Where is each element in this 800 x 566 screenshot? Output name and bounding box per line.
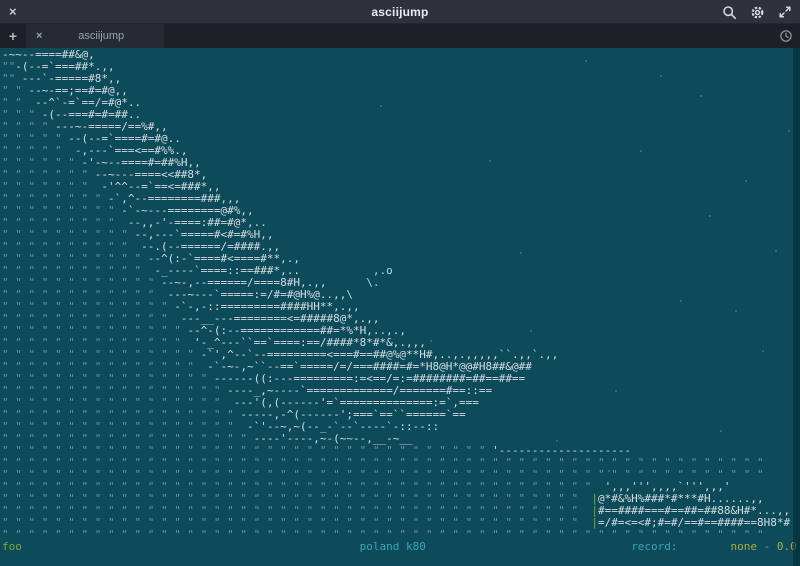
session-restore-icon[interactable] (779, 24, 793, 48)
snowflake-dot (530, 330, 532, 332)
search-icon[interactable] (722, 5, 737, 20)
gear-icon[interactable] (750, 5, 765, 20)
snowflake-dot (608, 470, 610, 472)
tab-label: asciijump (48, 30, 154, 42)
snowflake-dot (660, 75, 662, 77)
snowflake-dot (745, 180, 747, 182)
snowflake-dot (585, 60, 587, 62)
titlebar-actions (722, 0, 792, 24)
terminal-row: -~~--====##&@, (2, 49, 800, 61)
snowflake-dot (735, 310, 737, 312)
new-tab-button[interactable]: + (0, 24, 26, 48)
tab-close-icon[interactable]: × (36, 30, 42, 42)
terminal-scrollbar[interactable] (793, 48, 800, 566)
snowflake-dot (489, 160, 491, 162)
snowflake-dot (640, 150, 642, 152)
terminal-screen: -~~--====##&@,""-(--=`===##*.,,"" ---`-=… (0, 48, 800, 566)
window-close-button[interactable]: × (9, 0, 17, 24)
terminal-row: ""-(--=`===##*.,, (2, 61, 800, 73)
snowflake-dot (762, 350, 764, 352)
fullscreen-icon[interactable] (778, 5, 792, 19)
snowflake-dot (680, 300, 682, 302)
snowflake-dot (700, 95, 702, 97)
window-title: asciijump (371, 5, 428, 19)
titlebar: × asciijump (0, 0, 800, 24)
terminal[interactable]: -~~--====##&@,""-(--=`===##*.,,"" ---`-=… (0, 48, 800, 566)
snowflake-dot (788, 130, 790, 132)
tab-asciijump[interactable]: × asciijump (26, 24, 164, 48)
snowflake-dot (775, 250, 777, 252)
app-window: × asciijump (0, 0, 800, 566)
snowflake-dot (615, 390, 617, 392)
terminal-row: foo poland k80 record: none - 0.0 (2, 541, 800, 553)
snowflake-dot (709, 215, 711, 217)
snowflake-dot (556, 440, 558, 442)
snowflake-dot (430, 340, 432, 342)
tab-bar: + × asciijump (0, 24, 800, 48)
snowflake-dot (720, 430, 722, 432)
snowflake-dot (380, 105, 382, 107)
snowflake-dot (520, 252, 522, 254)
